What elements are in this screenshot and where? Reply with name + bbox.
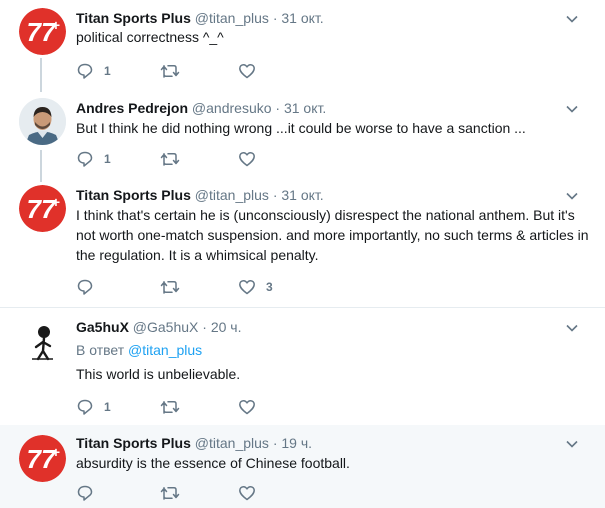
- tweet[interactable]: 77 + Titan Sports Plus @titan_plus · 31 …: [0, 182, 605, 306]
- reply-button[interactable]: [76, 278, 104, 296]
- heart-icon: [239, 279, 255, 295]
- reply-count: 1: [104, 152, 111, 166]
- retweet-icon: [160, 153, 180, 166]
- retweet-button[interactable]: [160, 62, 190, 80]
- reply-count: 1: [104, 400, 111, 414]
- tweet-text: absurdity is the essence of Chinese foot…: [76, 455, 350, 471]
- svg-text:+: +: [52, 194, 60, 210]
- separator: ·: [272, 435, 278, 451]
- separator: ·: [272, 187, 278, 203]
- separator: ·: [202, 319, 207, 335]
- user-sketch-icon: [19, 318, 66, 365]
- heart-icon: [239, 485, 255, 501]
- retweet-icon: [160, 281, 180, 294]
- tweet-header: Ga5huX @Ga5huX · 20 ч.: [76, 318, 242, 336]
- user-handle[interactable]: @Ga5huX: [133, 319, 199, 335]
- tweet[interactable]: 77 + Titan Sports Plus @titan_plus · 31 …: [0, 0, 605, 92]
- heart-icon: [239, 151, 255, 167]
- tweet[interactable]: Ga5huX @Ga5huX · 20 ч. В ответ @titan_pl…: [0, 308, 605, 425]
- user-photo-icon: [19, 98, 66, 145]
- like-button[interactable]: [238, 62, 266, 80]
- user-handle[interactable]: @titan_plus: [195, 187, 269, 203]
- tweet-text: I think that's certain he is (unconsciou…: [76, 207, 589, 263]
- reply-button[interactable]: 1: [76, 150, 111, 168]
- timestamp[interactable]: 31 окт.: [281, 10, 323, 26]
- timestamp[interactable]: 20 ч.: [211, 319, 242, 335]
- reply-button[interactable]: 1: [76, 398, 111, 416]
- like-count: 3: [266, 280, 273, 294]
- avatar[interactable]: 77 +: [19, 8, 66, 55]
- tweet-text: But I think he did nothing wrong ...it c…: [76, 120, 526, 136]
- tweet-text: political correctness ^_^: [76, 29, 224, 45]
- avatar[interactable]: [19, 98, 66, 145]
- like-button[interactable]: [238, 150, 266, 168]
- display-name[interactable]: Ga5huX: [76, 319, 129, 335]
- tweet-header: Titan Sports Plus @titan_plus · 31 окт.: [76, 186, 324, 204]
- svg-text:+: +: [52, 444, 60, 460]
- reply-button[interactable]: 1: [76, 62, 111, 80]
- timestamp[interactable]: 31 окт.: [281, 187, 323, 203]
- user-handle[interactable]: @andresuko: [192, 100, 272, 116]
- chevron-down-icon[interactable]: [565, 437, 579, 451]
- reply-icon: [77, 399, 93, 415]
- reply-icon: [77, 485, 93, 501]
- tweet-header: Titan Sports Plus @titan_plus · 19 ч.: [76, 434, 312, 452]
- tweet-header: Andres Pedrejon @andresuko · 31 окт.: [76, 99, 326, 117]
- display-name[interactable]: Andres Pedrejon: [76, 100, 188, 116]
- display-name[interactable]: Titan Sports Plus: [76, 187, 191, 203]
- timestamp[interactable]: 31 окт.: [284, 100, 326, 116]
- tweet-header: Titan Sports Plus @titan_plus · 31 окт.: [76, 9, 324, 27]
- like-button[interactable]: 3: [238, 278, 273, 296]
- titan-logo-icon: 77 +: [19, 8, 66, 55]
- tweet-text: This world is unbelievable.: [76, 366, 241, 382]
- like-button[interactable]: [238, 398, 266, 416]
- avatar[interactable]: 77 +: [19, 185, 66, 232]
- chevron-down-icon[interactable]: [565, 189, 579, 203]
- heart-icon: [239, 399, 255, 415]
- user-handle[interactable]: @titan_plus: [195, 435, 269, 451]
- like-button[interactable]: [238, 484, 266, 502]
- separator: ·: [272, 10, 278, 26]
- chevron-down-icon[interactable]: [565, 12, 579, 26]
- tweet-highlighted[interactable]: 77 + Titan Sports Plus @titan_plus · 19 …: [0, 425, 605, 508]
- avatar[interactable]: [19, 318, 66, 365]
- titan-logo-icon: 77 +: [19, 185, 66, 232]
- avatar[interactable]: 77 +: [19, 435, 66, 482]
- chevron-down-icon[interactable]: [565, 321, 579, 335]
- titan-logo-icon: 77 +: [19, 435, 66, 482]
- reply-to-context: В ответ @titan_plus: [76, 340, 202, 360]
- svg-text:+: +: [52, 17, 60, 33]
- separator: ·: [275, 100, 281, 116]
- reply-icon: [77, 151, 93, 167]
- retweet-icon: [160, 487, 180, 500]
- retweet-icon: [160, 401, 180, 414]
- retweet-button[interactable]: [160, 278, 190, 296]
- reply-icon: [77, 63, 93, 79]
- user-handle[interactable]: @titan_plus: [195, 10, 269, 26]
- tweet[interactable]: Andres Pedrejon @andresuko · 31 окт. But…: [0, 92, 605, 182]
- retweet-button[interactable]: [160, 150, 190, 168]
- retweet-icon: [160, 65, 180, 78]
- reply-icon: [77, 279, 93, 295]
- display-name[interactable]: Titan Sports Plus: [76, 435, 191, 451]
- retweet-button[interactable]: [160, 398, 190, 416]
- retweet-button[interactable]: [160, 484, 190, 502]
- reply-count: 1: [104, 64, 111, 78]
- display-name[interactable]: Titan Sports Plus: [76, 10, 191, 26]
- reply-button[interactable]: [76, 484, 104, 502]
- reply-to-mention[interactable]: @titan_plus: [128, 342, 202, 358]
- chevron-down-icon[interactable]: [565, 102, 579, 116]
- reply-to-label: В ответ: [76, 342, 125, 358]
- timestamp[interactable]: 19 ч.: [281, 435, 312, 451]
- heart-icon: [239, 63, 255, 79]
